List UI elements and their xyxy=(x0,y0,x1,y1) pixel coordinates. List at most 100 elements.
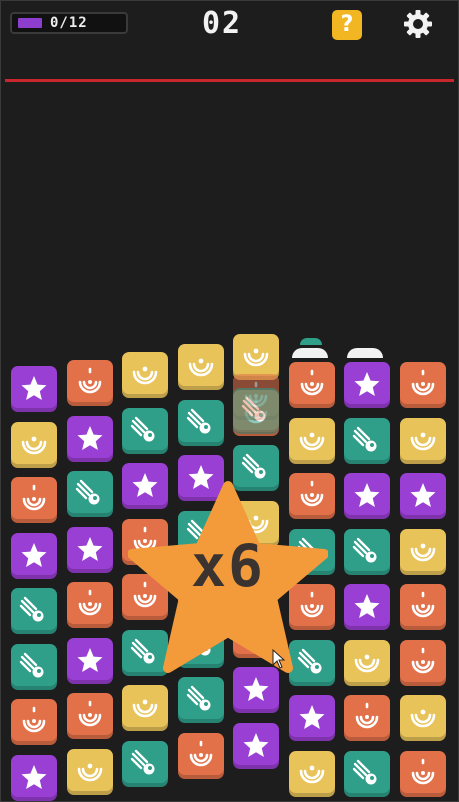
progress-label: 0/12 xyxy=(50,15,88,31)
tile-comet[interactable] xyxy=(122,408,168,454)
comet-icon xyxy=(352,537,378,564)
tile-spiral[interactable] xyxy=(67,693,113,739)
tile-spiral[interactable] xyxy=(289,362,335,408)
column-cap xyxy=(292,348,328,358)
tile-star[interactable] xyxy=(400,473,446,519)
tile-moon[interactable] xyxy=(122,352,168,398)
tile-spiral[interactable] xyxy=(400,640,446,686)
comet-icon xyxy=(130,416,156,443)
spiral-icon xyxy=(78,589,102,616)
tile-star[interactable] xyxy=(11,533,57,579)
star-icon xyxy=(21,765,47,789)
tile-star[interactable] xyxy=(67,638,113,684)
tile-comet[interactable] xyxy=(11,644,57,690)
tile-spiral[interactable] xyxy=(11,477,57,523)
spiral-icon xyxy=(78,700,102,727)
moon-icon xyxy=(410,708,436,728)
moon-icon xyxy=(410,542,436,562)
tile-moon[interactable] xyxy=(400,418,446,464)
tile-comet[interactable] xyxy=(233,388,279,434)
tile-comet[interactable] xyxy=(178,400,224,446)
star-icon xyxy=(77,426,103,450)
moon-icon xyxy=(299,764,325,784)
tile-spiral[interactable] xyxy=(400,751,446,797)
tile-spiral[interactable] xyxy=(11,699,57,745)
tile-spiral[interactable] xyxy=(178,733,224,779)
tile-moon[interactable] xyxy=(289,418,335,464)
comet-icon xyxy=(352,759,378,786)
moon-icon xyxy=(132,698,158,718)
tile-spiral[interactable] xyxy=(67,360,113,406)
tile-moon[interactable] xyxy=(289,751,335,797)
tile-star[interactable] xyxy=(67,416,113,462)
tile-comet[interactable] xyxy=(344,418,390,464)
comet-icon xyxy=(241,396,267,423)
comet-icon xyxy=(352,426,378,453)
column-cap xyxy=(347,348,383,358)
comet-icon xyxy=(19,596,45,623)
tile-comet[interactable] xyxy=(122,741,168,787)
comet-icon xyxy=(130,749,156,776)
star-icon xyxy=(354,483,380,507)
column-cap-marker xyxy=(300,338,322,345)
star-icon xyxy=(243,733,269,757)
gear-icon[interactable] xyxy=(402,8,434,40)
star-icon xyxy=(354,594,380,618)
tile-comet[interactable] xyxy=(67,471,113,517)
spiral-icon xyxy=(78,367,102,394)
tile-moon[interactable] xyxy=(11,422,57,468)
moon-icon xyxy=(21,435,47,455)
tile-moon[interactable] xyxy=(178,344,224,390)
tile-star[interactable] xyxy=(67,527,113,573)
spiral-icon xyxy=(411,758,435,785)
comet-icon xyxy=(19,652,45,679)
comet-icon xyxy=(186,685,212,712)
tile-star[interactable] xyxy=(11,755,57,801)
mouse-cursor-icon xyxy=(272,649,286,669)
spiral-icon xyxy=(189,740,213,767)
score-counter: 02 xyxy=(202,6,243,41)
moon-icon xyxy=(410,431,436,451)
tile-star[interactable] xyxy=(344,473,390,519)
star-icon xyxy=(77,537,103,561)
tile-spiral[interactable] xyxy=(344,695,390,741)
tile-moon[interactable] xyxy=(400,695,446,741)
tile-star[interactable] xyxy=(11,366,57,412)
tile-star[interactable] xyxy=(289,695,335,741)
tile-spiral[interactable] xyxy=(400,362,446,408)
star-icon xyxy=(299,705,325,729)
star-icon xyxy=(410,483,436,507)
tile-moon[interactable] xyxy=(344,640,390,686)
tile-moon[interactable] xyxy=(67,749,113,795)
comet-icon xyxy=(75,479,101,506)
spiral-icon xyxy=(411,647,435,674)
star-icon xyxy=(77,648,103,672)
tile-spiral[interactable] xyxy=(67,582,113,628)
spiral-icon xyxy=(411,591,435,618)
tile-moon[interactable] xyxy=(400,529,446,575)
moon-icon xyxy=(132,365,158,385)
tile-star[interactable] xyxy=(344,584,390,630)
star-icon xyxy=(21,543,47,567)
progress-fill xyxy=(18,18,42,28)
level-progress-bar: 0/12 xyxy=(10,12,128,34)
star-icon xyxy=(354,372,380,396)
comet-icon xyxy=(186,408,212,435)
spiral-icon xyxy=(22,484,46,511)
tile-moon[interactable] xyxy=(122,685,168,731)
tile-spiral[interactable] xyxy=(400,584,446,630)
tile-comet[interactable] xyxy=(178,677,224,723)
tile-star[interactable] xyxy=(233,723,279,769)
tile-star[interactable] xyxy=(344,362,390,408)
danger-line xyxy=(5,79,454,82)
moon-icon xyxy=(299,431,325,451)
tile-comet[interactable] xyxy=(344,751,390,797)
spiral-icon xyxy=(300,369,324,396)
help-button[interactable]: ? xyxy=(332,10,362,40)
combo-star: x6 xyxy=(127,480,329,675)
star-icon xyxy=(21,376,47,400)
tile-comet[interactable] xyxy=(344,529,390,575)
spiral-icon xyxy=(411,369,435,396)
moon-icon xyxy=(188,357,214,377)
tile-comet[interactable] xyxy=(11,588,57,634)
